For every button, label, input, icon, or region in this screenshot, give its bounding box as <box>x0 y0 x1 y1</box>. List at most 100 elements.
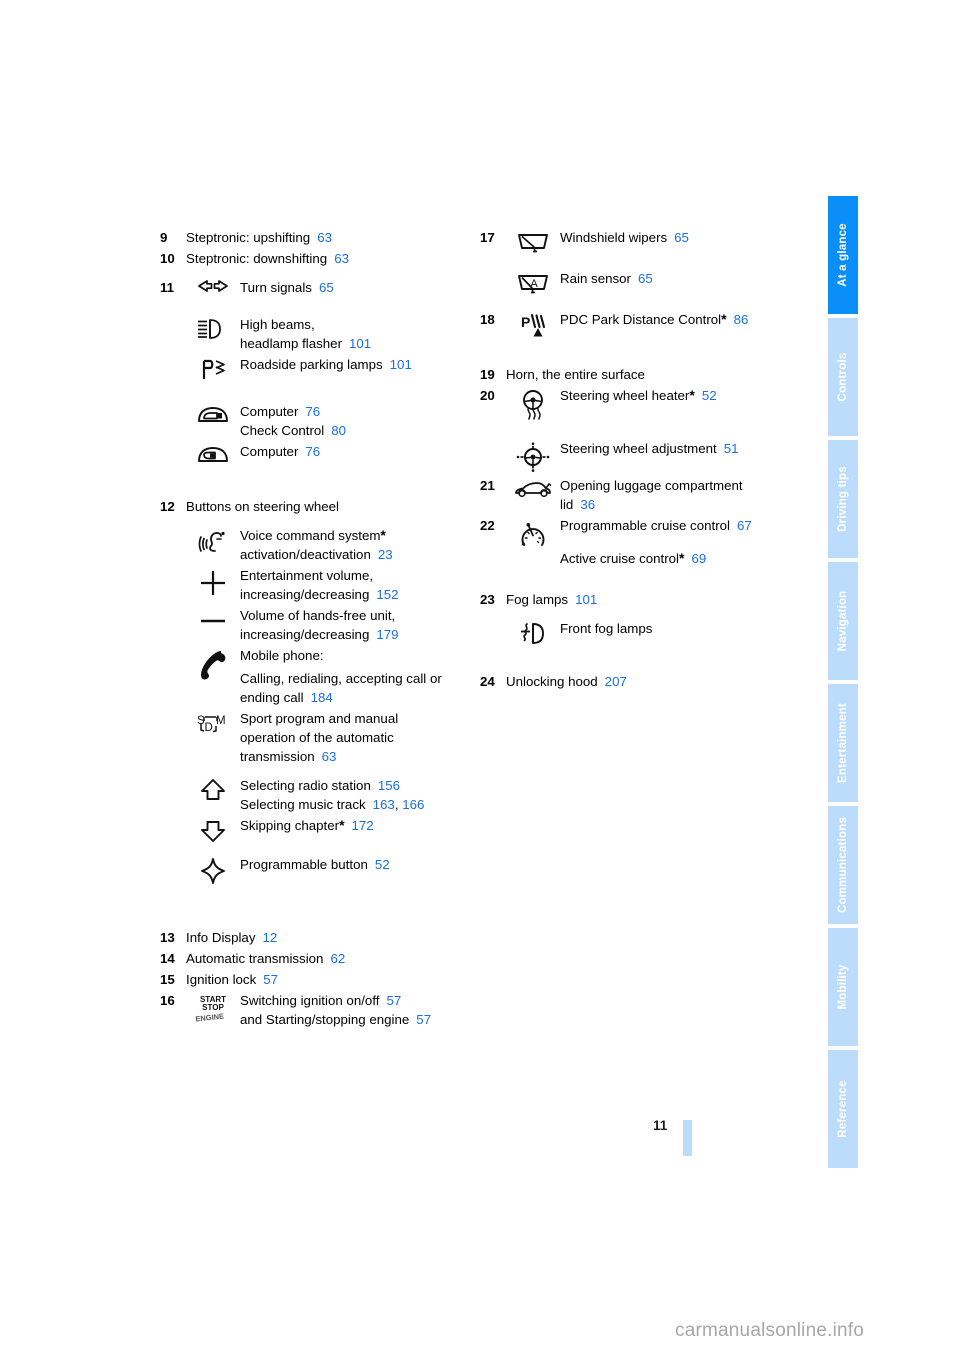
item-text: Programmable cruise control 67 Active cru… <box>560 516 810 568</box>
label: Computer <box>240 444 299 459</box>
tab-navigation[interactable]: Navigation <box>828 562 858 680</box>
page-ref[interactable]: 57 <box>386 993 401 1008</box>
page-ref[interactable]: 69 <box>691 551 706 566</box>
label-line-2: Active cruise control* 69 <box>560 550 707 566</box>
list-item-10: 10 Steptronic: downshifting 63 <box>160 249 480 268</box>
page-ref[interactable]: 156 <box>378 778 400 793</box>
label-line-2: Calling, redialing, accepting call or <box>240 671 442 686</box>
list-item-select-up: Selecting radio station 156 Selecting mus… <box>160 776 480 814</box>
item-text: Sport program and manual operation of th… <box>240 709 480 766</box>
page-ref[interactable]: 163 <box>373 797 395 812</box>
item-number: 14 <box>160 951 175 966</box>
tab-label: Navigation <box>837 590 849 652</box>
tab-label: Entertainment <box>837 703 849 783</box>
list-item-22: 22 Programmable cruise control 67 Active… <box>480 516 810 568</box>
page-ref[interactable]: 65 <box>674 230 689 245</box>
item-text: Horn, the entire surface <box>506 367 645 382</box>
item-text: PDC Park Distance Control* 86 <box>560 311 749 327</box>
tab-driving-tips[interactable]: Driving tips <box>828 440 858 558</box>
page-ref[interactable]: 62 <box>330 951 345 966</box>
label: Programmable button <box>240 857 368 872</box>
list-item-19: 19 Horn, the entire surface <box>480 365 810 384</box>
section-tab-rail: At a glance Controls Driving tips Naviga… <box>828 196 858 1168</box>
item-number: 16 <box>160 993 175 1008</box>
page-number: 11 <box>653 1118 668 1133</box>
item-text: Steering wheel adjustment 51 <box>560 439 810 458</box>
label-line-2: operation of the automatic <box>240 730 394 745</box>
list-item-computer: Computer 76 <box>160 442 480 469</box>
page-ref[interactable]: 65 <box>319 280 334 295</box>
item-text: Opening luggage compartment lid 36 <box>560 476 810 514</box>
tab-controls[interactable]: Controls <box>828 318 858 436</box>
item-number: 23 <box>480 592 495 607</box>
page-ref[interactable]: 36 <box>580 497 595 512</box>
label-line-1: Opening luggage compartment <box>560 478 743 493</box>
page-ref[interactable]: 76 <box>305 444 320 459</box>
page-ref[interactable]: 179 <box>376 627 398 642</box>
label: Unlocking hood <box>506 674 598 689</box>
tab-label: At a glance <box>837 223 849 287</box>
label-line-2: activation/deactivation 23 <box>240 547 393 562</box>
list-item-computer-check-control: Computer 76 Check Control 80 <box>160 402 480 440</box>
page-ref[interactable]: 63 <box>322 749 337 764</box>
label: Windshield wipers <box>560 230 668 245</box>
page-ref[interactable]: 52 <box>702 388 717 403</box>
item-number: 11 <box>160 280 175 295</box>
page-ref[interactable]: 101 <box>575 592 597 607</box>
sport-program-icon: S D M <box>186 709 240 740</box>
page-ref[interactable]: 52 <box>375 857 390 872</box>
tab-at-a-glance[interactable]: At a glance <box>828 196 858 314</box>
page-ref[interactable]: 184 <box>311 690 333 705</box>
page-ref[interactable]: 80 <box>331 423 346 438</box>
page-ref[interactable]: 63 <box>334 251 349 266</box>
page-ref[interactable]: 152 <box>376 587 398 602</box>
page-ref[interactable]: 63 <box>317 230 332 245</box>
page-ref[interactable]: 166 <box>402 797 424 812</box>
tab-entertainment[interactable]: Entertainment <box>828 684 858 802</box>
label-line-1: Mobile phone: <box>240 648 324 663</box>
item-number: 22 <box>480 518 495 533</box>
page-ref[interactable]: 101 <box>349 336 371 351</box>
label-line-2: lid 36 <box>560 497 596 512</box>
list-item-12: 12 Buttons on steering wheel <box>160 497 480 516</box>
item-text: Programmable button 52 <box>240 855 480 874</box>
page-ref[interactable]: 12 <box>262 930 277 945</box>
label-line-1: Sport program and manual <box>240 711 399 726</box>
page-ref[interactable]: 57 <box>263 972 278 987</box>
item-text: Computer 76 <box>240 442 480 461</box>
volume-minus-icon <box>186 606 240 633</box>
page-ref[interactable]: 65 <box>638 271 653 286</box>
voice-command-icon <box>186 526 240 559</box>
page-ref[interactable]: 207 <box>605 674 627 689</box>
page-ref[interactable]: 86 <box>734 312 749 327</box>
computer-icon <box>186 442 240 469</box>
label: Ignition lock <box>186 972 257 987</box>
page-ref[interactable]: 76 <box>305 404 320 419</box>
arrow-down-icon <box>186 816 240 845</box>
list-item-skip-chapter: Skipping chapter* 172 <box>160 816 480 845</box>
item-number: 13 <box>160 930 175 945</box>
item-text: Steptronic: upshifting 63 <box>186 228 480 247</box>
tab-mobility[interactable]: Mobility <box>828 928 858 1046</box>
item-number: 19 <box>480 367 495 382</box>
page-ref[interactable]: 101 <box>390 357 412 372</box>
page-ref[interactable]: 57 <box>416 1012 431 1027</box>
label-line-1: Programmable cruise control 67 <box>560 518 752 533</box>
page-ref[interactable]: 51 <box>724 441 739 456</box>
list-item-volume-up: Entertainment volume, increasing/decreas… <box>160 566 480 604</box>
tab-communications[interactable]: Communications <box>828 806 858 924</box>
item-number: 12 <box>160 499 175 514</box>
item-number: 10 <box>160 251 175 266</box>
page-ref[interactable]: 172 <box>352 818 374 833</box>
list-item-13: 13 Info Display 12 <box>160 928 480 947</box>
label: Roadside parking lamps <box>240 357 383 372</box>
item-text: Voice command system* activation/deactiv… <box>240 526 480 564</box>
list-item-14: 14 Automatic transmission 62 <box>160 949 480 968</box>
item-number: 20 <box>480 388 495 403</box>
page-ref[interactable]: 23 <box>378 547 393 562</box>
item-number: 17 <box>480 230 495 245</box>
start-stop-engine-icon: START STOP ENGINE <box>186 991 240 1026</box>
tab-reference[interactable]: Reference <box>828 1050 858 1168</box>
page-ref[interactable]: 67 <box>737 518 752 533</box>
content-column-right: 17 Windshield wipers 65 A Rain sensor 65… <box>480 228 810 693</box>
